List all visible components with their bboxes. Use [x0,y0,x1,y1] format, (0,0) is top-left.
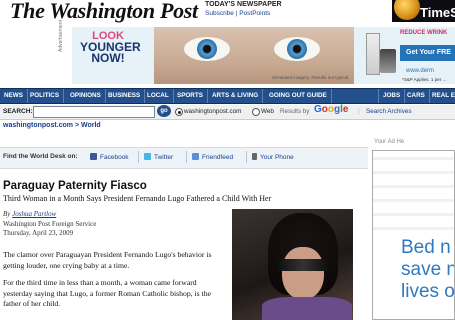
twitter-icon [144,153,151,160]
radio-washingtonpost-label: washingtonpost.com [184,108,242,115]
ad-cta-button[interactable]: Get Your FRE [400,45,455,61]
friendfeed-link[interactable]: Friendfeed [192,153,233,161]
share-label: Find the World Desk on: [3,153,78,160]
nav-opinions[interactable]: OPINIONS [66,89,106,103]
share-separator [246,151,247,163]
ad-label: Advertisement [58,20,64,52]
article-date: Thursday, April 23, 2009 [3,229,74,237]
photo-shirt [262,297,352,320]
breadcrumb[interactable]: washingtonpost.com > World [3,122,101,129]
author-link[interactable]: Joshua Partlow [12,210,56,218]
eye-left [184,37,230,61]
ad-disclaimer: Simulated imagery. Results not typical. [272,75,350,80]
right-ad-text: Bed n save n lives o [401,237,455,303]
globe-icon [394,0,420,20]
friendfeed-icon [192,153,199,160]
right-ad-label: Your Ad He [374,139,405,145]
search-divider: | [358,108,360,115]
friendfeed-label: Friendfeed [202,154,234,161]
product-bottle-image [380,49,396,73]
search-archives-link[interactable]: Search Archives [366,108,412,115]
phone-link[interactable]: Your Phone [252,153,294,161]
radio-web[interactable] [252,108,260,116]
banner-ad[interactable]: LOOK YOUNGER NOW! Simulated imagery. Res… [72,27,455,84]
eye-right [274,37,320,61]
phone-label: Your Phone [260,154,294,161]
article-paragraph: For the third time in less than a month,… [3,278,211,308]
twitter-label: Twitter [154,154,174,161]
corner-ad-text: TimeS [420,5,455,20]
byline-prefix: By [3,210,11,218]
nav-news[interactable]: NEWS [0,89,28,103]
facebook-label: Facebook [100,154,129,161]
radio-web-label: Web [261,108,274,115]
masthead: The Washington Post TODAY'S NEWSPAPER Su… [0,0,455,26]
search-label: SEARCH: [3,108,33,115]
todays-newspaper-link[interactable]: TODAY'S NEWSPAPER [205,1,282,8]
nav-cars[interactable]: CARS [403,89,430,103]
nav-local[interactable]: LOCAL [143,89,174,103]
share-separator [138,151,139,163]
share-separator [186,151,187,163]
search-go-button[interactable]: go [157,105,171,117]
radio-washingtonpost[interactable] [175,108,183,116]
ad-reduce-text: REDUCE WRINK [400,30,448,36]
ad-fine-print: *S&P Applies. 1 per ... [402,77,447,82]
subscribe-link[interactable]: Subscribe | PostPoints [205,10,270,17]
nav-business[interactable]: BUSINESS [104,89,146,103]
main-nav: NEWS POLITICS OPINIONS BUSINESS LOCAL SP… [0,88,455,104]
nav-arts-living[interactable]: ARTS & LIVING [208,89,264,103]
article-paragraph: The clamor over Paraguayan President Fer… [3,250,212,270]
article-affiliation: Washington Post Foreign Service [3,220,97,228]
site-logo[interactable]: The Washington Post [10,0,198,24]
article-byline: By Joshua Partlow [3,210,56,218]
nav-sports[interactable]: SPORTS [173,89,208,103]
nav-jobs[interactable]: JOBS [378,89,406,103]
ad-line-now: NOW! [91,51,125,65]
search-input[interactable] [33,106,155,118]
nav-real-estate[interactable]: REAL E [428,89,455,103]
twitter-link[interactable]: Twitter [144,153,173,161]
google-logo: Google [314,104,349,115]
results-by-label: Results by [280,108,310,115]
right-ad-line2: save n [401,259,455,280]
right-ad[interactable]: Bed n save n lives o [372,150,455,320]
nav-going-out-guide[interactable]: GOING OUT GUIDE [265,89,332,103]
phone-icon [252,153,257,160]
nav-politics[interactable]: POLITICS [26,89,65,103]
right-ad-graphic [373,151,454,231]
ad-headline: LOOK YOUNGER NOW! [80,31,141,65]
article-subhead: Third Woman in a Month Says President Fe… [3,194,272,203]
facebook-link[interactable]: Facebook [90,153,129,161]
product-tube-image [366,33,380,75]
facebook-icon [90,153,97,160]
corner-ad[interactable]: TimeS [392,0,455,22]
ad-site: www.derm [406,68,435,74]
photo-face [282,247,324,299]
right-ad-line3: lives o [401,281,455,302]
article-photo[interactable] [232,209,353,320]
article-headline: Paraguay Paternity Fiasco [3,180,147,192]
photo-sunglasses [276,259,330,271]
right-ad-line1: Bed n [401,237,451,258]
